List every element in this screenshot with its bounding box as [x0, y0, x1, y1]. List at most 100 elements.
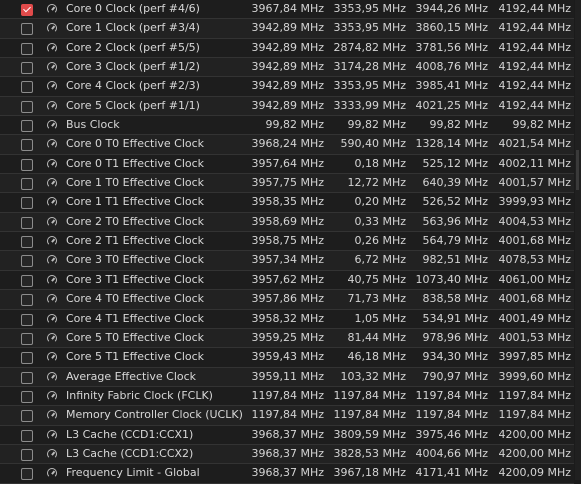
average-value: 1197,84 MHz: [498, 388, 571, 402]
sensor-row[interactable]: Bus Clock 99,82 MHz 99,82 MHz 99,82 MHz 99,8…: [0, 116, 574, 136]
average-value: 4001,68 MHz: [498, 234, 571, 248]
row-checkbox[interactable]: [21, 294, 33, 307]
row-checkbox[interactable]: [21, 371, 33, 384]
sensor-row[interactable]: Core 1 T0 Effective Clock 3957,75 MHz 12,7…: [0, 174, 574, 194]
current-value: 1197,84 MHz: [251, 408, 324, 422]
sensor-row[interactable]: Core 5 T1 Effective Clock 3959,43 MHz 46,1…: [0, 348, 574, 368]
row-checkbox[interactable]: [21, 4, 33, 16]
row-checkbox[interactable]: [21, 139, 33, 152]
sensor-row[interactable]: Core 1 T1 Effective Clock 3958,35 MHz 0,20…: [0, 193, 574, 213]
row-checkbox[interactable]: [21, 81, 33, 94]
row-checkbox[interactable]: [21, 62, 33, 75]
clock-icon: [47, 332, 57, 343]
sensor-row[interactable]: L3 Cache (CCD1:CCX2) 3968,37 MHz 3828,53 M…: [0, 444, 574, 465]
sensor-name: Core 4 T0 Effective Clock: [66, 292, 205, 306]
sensor-row[interactable]: Core 2 T0 Effective Clock 3958,69 MHz 0,33…: [0, 212, 574, 233]
row-checkbox[interactable]: [21, 236, 33, 249]
average-value: 4078,53 MHz: [498, 253, 571, 267]
average-value: 4061,00 MHz: [498, 272, 571, 286]
maximum-value: 564,79 MHz: [422, 234, 488, 248]
sensor-row[interactable]: Core 0 Clock (perf #4/6) 3967,84 MHz 3353,…: [0, 0, 574, 20]
sensor-name: Core 4 T1 Effective Clock: [66, 311, 205, 325]
sensor-name: Core 4 Clock (perf #2/3): [66, 79, 200, 93]
clock-icon: [47, 100, 57, 111]
current-value: 3958,32 MHz: [251, 311, 324, 325]
row-checkbox[interactable]: [21, 158, 33, 171]
average-value: 4021,54 MHz: [498, 137, 571, 151]
clock-icon: [47, 23, 57, 34]
current-value: 3959,43 MHz: [251, 350, 324, 364]
sensor-name: Core 2 T1 Effective Clock: [66, 234, 205, 248]
sensor-row[interactable]: Core 5 Clock (perf #1/1) 3942,89 MHz 3333,…: [0, 96, 574, 117]
row-checkbox[interactable]: [21, 100, 33, 113]
sensor-row[interactable]: Core 4 T0 Effective Clock 3957,86 MHz 71,7…: [0, 290, 574, 310]
row-checkbox[interactable]: [21, 255, 33, 268]
row-checkbox[interactable]: [21, 429, 33, 442]
clock-icon: [47, 158, 57, 169]
vertical-scrollbar[interactable]: [575, 0, 581, 480]
current-value: 3968,37 MHz: [251, 466, 324, 480]
row-checkbox[interactable]: [21, 23, 33, 36]
sensor-row[interactable]: Infinity Fabric Clock (FCLK) 1197,84 MHz 1…: [0, 386, 574, 407]
sensor-row[interactable]: Average Effective Clock 3959,11 MHz 103,32…: [0, 367, 574, 387]
row-checkbox[interactable]: [21, 332, 33, 345]
minimum-value: 12,72 MHz: [347, 176, 406, 190]
sensor-row[interactable]: Core 4 T1 Effective Clock 3958,32 MHz 1,05…: [0, 309, 574, 329]
sensor-name: L3 Cache (CCD1:CCX2): [66, 446, 194, 460]
sensor-row[interactable]: Core 3 Clock (perf #1/2) 3942,89 MHz 3174,…: [0, 58, 574, 78]
maximum-value: 4004,66 MHz: [415, 446, 488, 460]
sensor-row[interactable]: L3 Cache (CCD1:CCX1) 3968,37 MHz 3809,59 M…: [0, 425, 574, 445]
clock-icon: [47, 313, 57, 324]
clock-icon: [47, 390, 57, 401]
minimum-value: 3809,59 MHz: [333, 427, 406, 441]
row-checkbox[interactable]: [21, 410, 33, 423]
sensor-row[interactable]: Core 0 T1 Effective Clock 3957,64 MHz 0,18…: [0, 154, 574, 175]
row-checkbox[interactable]: [21, 120, 33, 133]
minimum-value: 71,73 MHz: [347, 292, 406, 306]
sensor-row[interactable]: Core 3 T0 Effective Clock 3957,34 MHz 6,72…: [0, 251, 574, 271]
sensor-row[interactable]: Core 0 T0 Effective Clock 3968,24 MHz 590,…: [0, 135, 574, 155]
maximum-value: 99,82 MHz: [429, 118, 488, 132]
sensor-row[interactable]: Memory Controller Clock (UCLK) 1197,84 MH…: [0, 406, 574, 426]
row-checkbox[interactable]: [21, 352, 33, 365]
sensor-row[interactable]: Core 4 Clock (perf #2/3) 3942,89 MHz 3353,…: [0, 77, 574, 97]
scrollbar-thumb[interactable]: [576, 150, 579, 190]
sensor-name: L3 Cache (CCD1:CCX1): [66, 427, 194, 441]
clock-icon: [47, 120, 57, 131]
row-checkbox[interactable]: [21, 42, 33, 55]
minimum-value: 81,44 MHz: [347, 330, 406, 344]
row-checkbox[interactable]: [21, 313, 33, 326]
current-value: 1197,84 MHz: [251, 388, 324, 402]
row-checkbox[interactable]: [21, 197, 33, 210]
sensor-row[interactable]: Frequency Limit - Global 3968,37 MHz 3967,…: [0, 464, 574, 484]
minimum-value: 0,33 MHz: [354, 214, 406, 228]
sensor-row[interactable]: Core 2 T1 Effective Clock 3958,75 MHz 0,26…: [0, 232, 574, 252]
row-checkbox[interactable]: [21, 178, 33, 191]
current-value: 99,82 MHz: [265, 118, 324, 132]
sensor-row[interactable]: Core 3 T1 Effective Clock 3957,62 MHz 40,7…: [0, 270, 574, 291]
row-checkbox[interactable]: [21, 216, 33, 229]
row-checkbox[interactable]: [21, 448, 33, 461]
maximum-value: 1073,40 MHz: [415, 272, 488, 286]
current-value: 3942,89 MHz: [251, 40, 324, 54]
sensor-row[interactable]: Core 1 Clock (perf #3/4) 3942,89 MHz 3353,…: [0, 19, 574, 39]
minimum-value: 2874,82 MHz: [333, 40, 406, 54]
sensor-name: Core 1 T0 Effective Clock: [66, 176, 205, 190]
sensor-name: Memory Controller Clock (UCLK): [66, 408, 243, 422]
current-value: 3968,37 MHz: [251, 427, 324, 441]
current-value: 3958,69 MHz: [251, 214, 324, 228]
maximum-value: 3781,56 MHz: [415, 40, 488, 54]
sensor-row[interactable]: Core 5 T0 Effective Clock 3959,25 MHz 81,4…: [0, 328, 574, 349]
sensor-name: Core 0 T1 Effective Clock: [66, 156, 205, 170]
current-value: 3967,84 MHz: [251, 2, 324, 15]
maximum-value: 3985,41 MHz: [415, 79, 488, 93]
clock-icon: [47, 468, 57, 479]
average-value: 4001,68 MHz: [498, 292, 571, 306]
sensor-row[interactable]: Core 2 Clock (perf #5/5) 3942,89 MHz 2874,…: [0, 38, 574, 59]
row-checkbox[interactable]: [21, 274, 33, 287]
row-checkbox[interactable]: [21, 468, 33, 481]
sensor-table: Core 0 Clock (perf #4/6) 3967,84 MHz 3353,…: [0, 0, 574, 484]
minimum-value: 3333,99 MHz: [333, 98, 406, 112]
minimum-value: 3353,95 MHz: [333, 21, 406, 35]
row-checkbox[interactable]: [21, 390, 33, 403]
